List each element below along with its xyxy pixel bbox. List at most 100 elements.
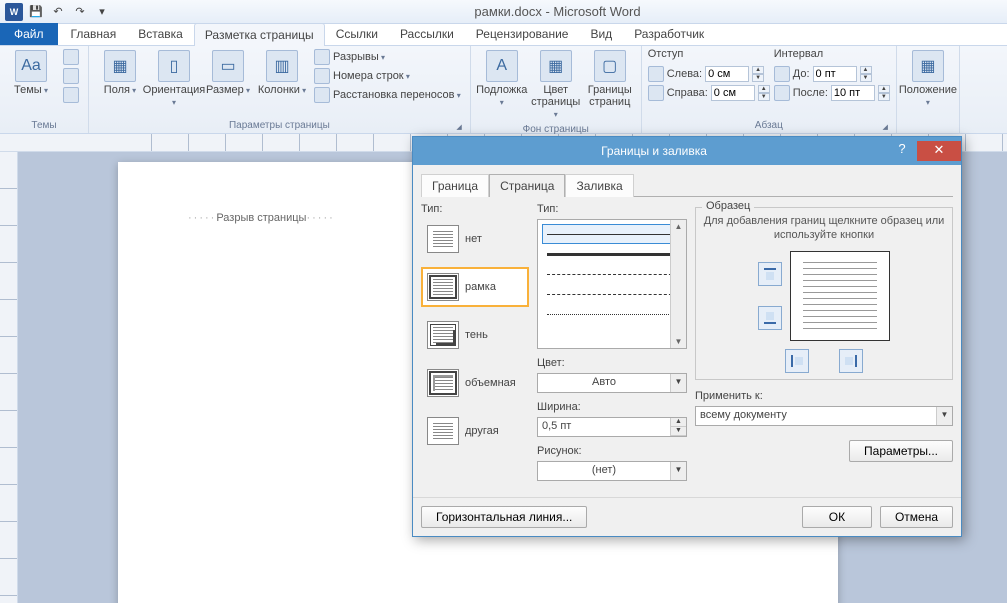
watermark-button[interactable]: AПодложка xyxy=(477,48,527,110)
tab-mailings[interactable]: Рассылки xyxy=(389,22,465,45)
titlebar: W 💾 ↶ ↷ ▾ рамки.docx - Microsoft Word xyxy=(0,0,1007,24)
cancel-button[interactable]: Отмена xyxy=(880,506,953,528)
setting-shadow[interactable]: тень xyxy=(421,315,529,355)
borders-shading-dialog: Границы и заливка ? ✕ Граница Страница З… xyxy=(412,136,962,537)
page-color-button[interactable]: ▦Цвет страницы xyxy=(531,48,581,122)
indent-left-spinner[interactable]: ▲▼ xyxy=(752,66,764,82)
line-style-dash[interactable] xyxy=(542,264,682,284)
setting-3d[interactable]: объемная xyxy=(421,363,529,403)
edge-bottom-button[interactable] xyxy=(758,306,782,330)
spacing-after-spinner[interactable]: ▲▼ xyxy=(878,85,890,101)
quick-access-toolbar: W 💾 ↶ ↷ ▾ xyxy=(4,2,112,22)
style-column: Тип: ▲▼ Цвет: Авто▼ Ширина: 0,5 пт▲▼ Рис… xyxy=(537,203,687,489)
tab-references[interactable]: Ссылки xyxy=(325,22,389,45)
save-icon[interactable]: 💾 xyxy=(26,2,46,22)
themes-button[interactable]: Aa Темы xyxy=(6,48,56,98)
tab-developer[interactable]: Разработчик xyxy=(623,22,715,45)
vertical-ruler[interactable] xyxy=(0,152,18,603)
page-borders-button[interactable]: ▢Границы страниц xyxy=(585,48,635,110)
setting-label: Тип: xyxy=(421,203,529,215)
tab-page-layout[interactable]: Разметка страницы xyxy=(194,23,325,46)
setting-column: Тип: нет рамка тень объемная другая xyxy=(421,203,529,489)
qat-customize-icon[interactable]: ▾ xyxy=(92,2,112,22)
spacing-after-field[interactable]: После:▲▼ xyxy=(774,84,890,102)
dialog-tab-fill[interactable]: Заливка xyxy=(565,174,633,197)
tab-insert[interactable]: Вставка xyxy=(127,22,194,45)
breaks-button[interactable]: Разрывы xyxy=(311,48,464,66)
margins-button[interactable]: ▦Поля xyxy=(95,48,145,98)
dialog-title: Границы и заливка xyxy=(421,144,887,158)
window-title: рамки.docx - Microsoft Word xyxy=(112,4,1003,19)
edge-right-button[interactable] xyxy=(839,349,863,373)
chevron-down-icon: ▼ xyxy=(670,462,686,480)
setting-3d-icon xyxy=(427,369,459,397)
margins-icon: ▦ xyxy=(104,50,136,82)
line-style-scrollbar[interactable]: ▲▼ xyxy=(670,220,686,348)
line-style-dot[interactable] xyxy=(542,304,682,324)
line-style-list[interactable]: ▲▼ xyxy=(537,219,687,349)
ok-button[interactable]: ОК xyxy=(802,506,872,528)
spacing-after-icon xyxy=(774,85,790,101)
indent-right-spinner[interactable]: ▲▼ xyxy=(758,85,770,101)
preview-legend: Образец xyxy=(702,200,754,212)
tab-home[interactable]: Главная xyxy=(60,22,128,45)
line-numbers-icon xyxy=(314,68,330,84)
indent-right-input[interactable] xyxy=(711,85,755,101)
group-label-page-setup[interactable]: Параметры страницы xyxy=(95,118,464,133)
dialog-tab-page[interactable]: Страница xyxy=(489,174,565,197)
width-spinner[interactable]: ▲▼ xyxy=(670,418,686,436)
indent-left-input[interactable] xyxy=(705,66,749,82)
preview-page[interactable] xyxy=(790,251,890,341)
dialog-tab-border[interactable]: Граница xyxy=(421,174,489,197)
setting-custom[interactable]: другая xyxy=(421,411,529,451)
hyphenation-icon xyxy=(314,87,330,103)
setting-custom-icon xyxy=(427,417,459,445)
setting-box[interactable]: рамка xyxy=(421,267,529,307)
group-paragraph: Отступ Слева:▲▼ Справа:▲▼ Интервал До:▲▼… xyxy=(642,46,897,133)
art-combo[interactable]: (нет)▼ xyxy=(537,461,687,481)
style-label: Тип: xyxy=(537,203,687,215)
color-combo[interactable]: Авто▼ xyxy=(537,373,687,393)
options-button[interactable]: Параметры... xyxy=(849,440,953,462)
setting-none[interactable]: нет xyxy=(421,219,529,259)
theme-colors-button[interactable] xyxy=(60,48,82,66)
line-style-dash2[interactable] xyxy=(542,284,682,304)
hyphenation-button[interactable]: Расстановка переносов xyxy=(311,86,464,104)
theme-fonts-button[interactable] xyxy=(60,67,82,85)
edge-left-button[interactable] xyxy=(785,349,809,373)
line-style-thick[interactable] xyxy=(542,244,682,264)
line-style-solid[interactable] xyxy=(542,224,682,244)
line-numbers-button[interactable]: Номера строк xyxy=(311,67,464,85)
undo-icon[interactable]: ↶ xyxy=(48,2,68,22)
dialog-titlebar[interactable]: Границы и заливка ? ✕ xyxy=(413,137,961,165)
horizontal-line-button[interactable]: Горизонтальная линия... xyxy=(421,506,587,528)
spacing-after-input[interactable] xyxy=(831,85,875,101)
indent-right-field[interactable]: Справа:▲▼ xyxy=(648,84,770,102)
columns-button[interactable]: ▥Колонки xyxy=(257,48,307,98)
width-combo[interactable]: 0,5 пт▲▼ xyxy=(537,417,687,437)
indent-left-field[interactable]: Слева:▲▼ xyxy=(648,65,770,83)
position-button[interactable]: ▦Положение xyxy=(903,48,953,110)
page-color-icon: ▦ xyxy=(540,50,572,82)
theme-effects-button[interactable] xyxy=(60,86,82,104)
word-app-icon[interactable]: W xyxy=(4,2,24,22)
redo-icon[interactable]: ↷ xyxy=(70,2,90,22)
dialog-help-button[interactable]: ? xyxy=(887,141,917,161)
edge-top-button[interactable] xyxy=(758,262,782,286)
spacing-before-spinner[interactable]: ▲▼ xyxy=(860,66,872,82)
dialog-close-button[interactable]: ✕ xyxy=(917,141,961,161)
group-arrange: ▦Положение xyxy=(897,46,960,133)
dialog-tabs: Граница Страница Заливка xyxy=(421,173,953,197)
spacing-before-field[interactable]: До:▲▼ xyxy=(774,65,890,83)
size-button[interactable]: ▭Размер xyxy=(203,48,253,98)
group-label-paragraph[interactable]: Абзац xyxy=(648,118,890,133)
colors-icon xyxy=(63,49,79,65)
tab-view[interactable]: Вид xyxy=(579,22,623,45)
tab-file[interactable]: Файл xyxy=(0,23,58,45)
position-icon: ▦ xyxy=(912,50,944,82)
spacing-before-input[interactable] xyxy=(813,66,857,82)
tab-review[interactable]: Рецензирование xyxy=(465,22,580,45)
ribbon: Aa Темы Темы ▦Поля ▯Ориентация ▭Размер ▥… xyxy=(0,46,1007,134)
orientation-button[interactable]: ▯Ориентация xyxy=(149,48,199,110)
apply-to-combo[interactable]: всему документу▼ xyxy=(695,406,953,426)
